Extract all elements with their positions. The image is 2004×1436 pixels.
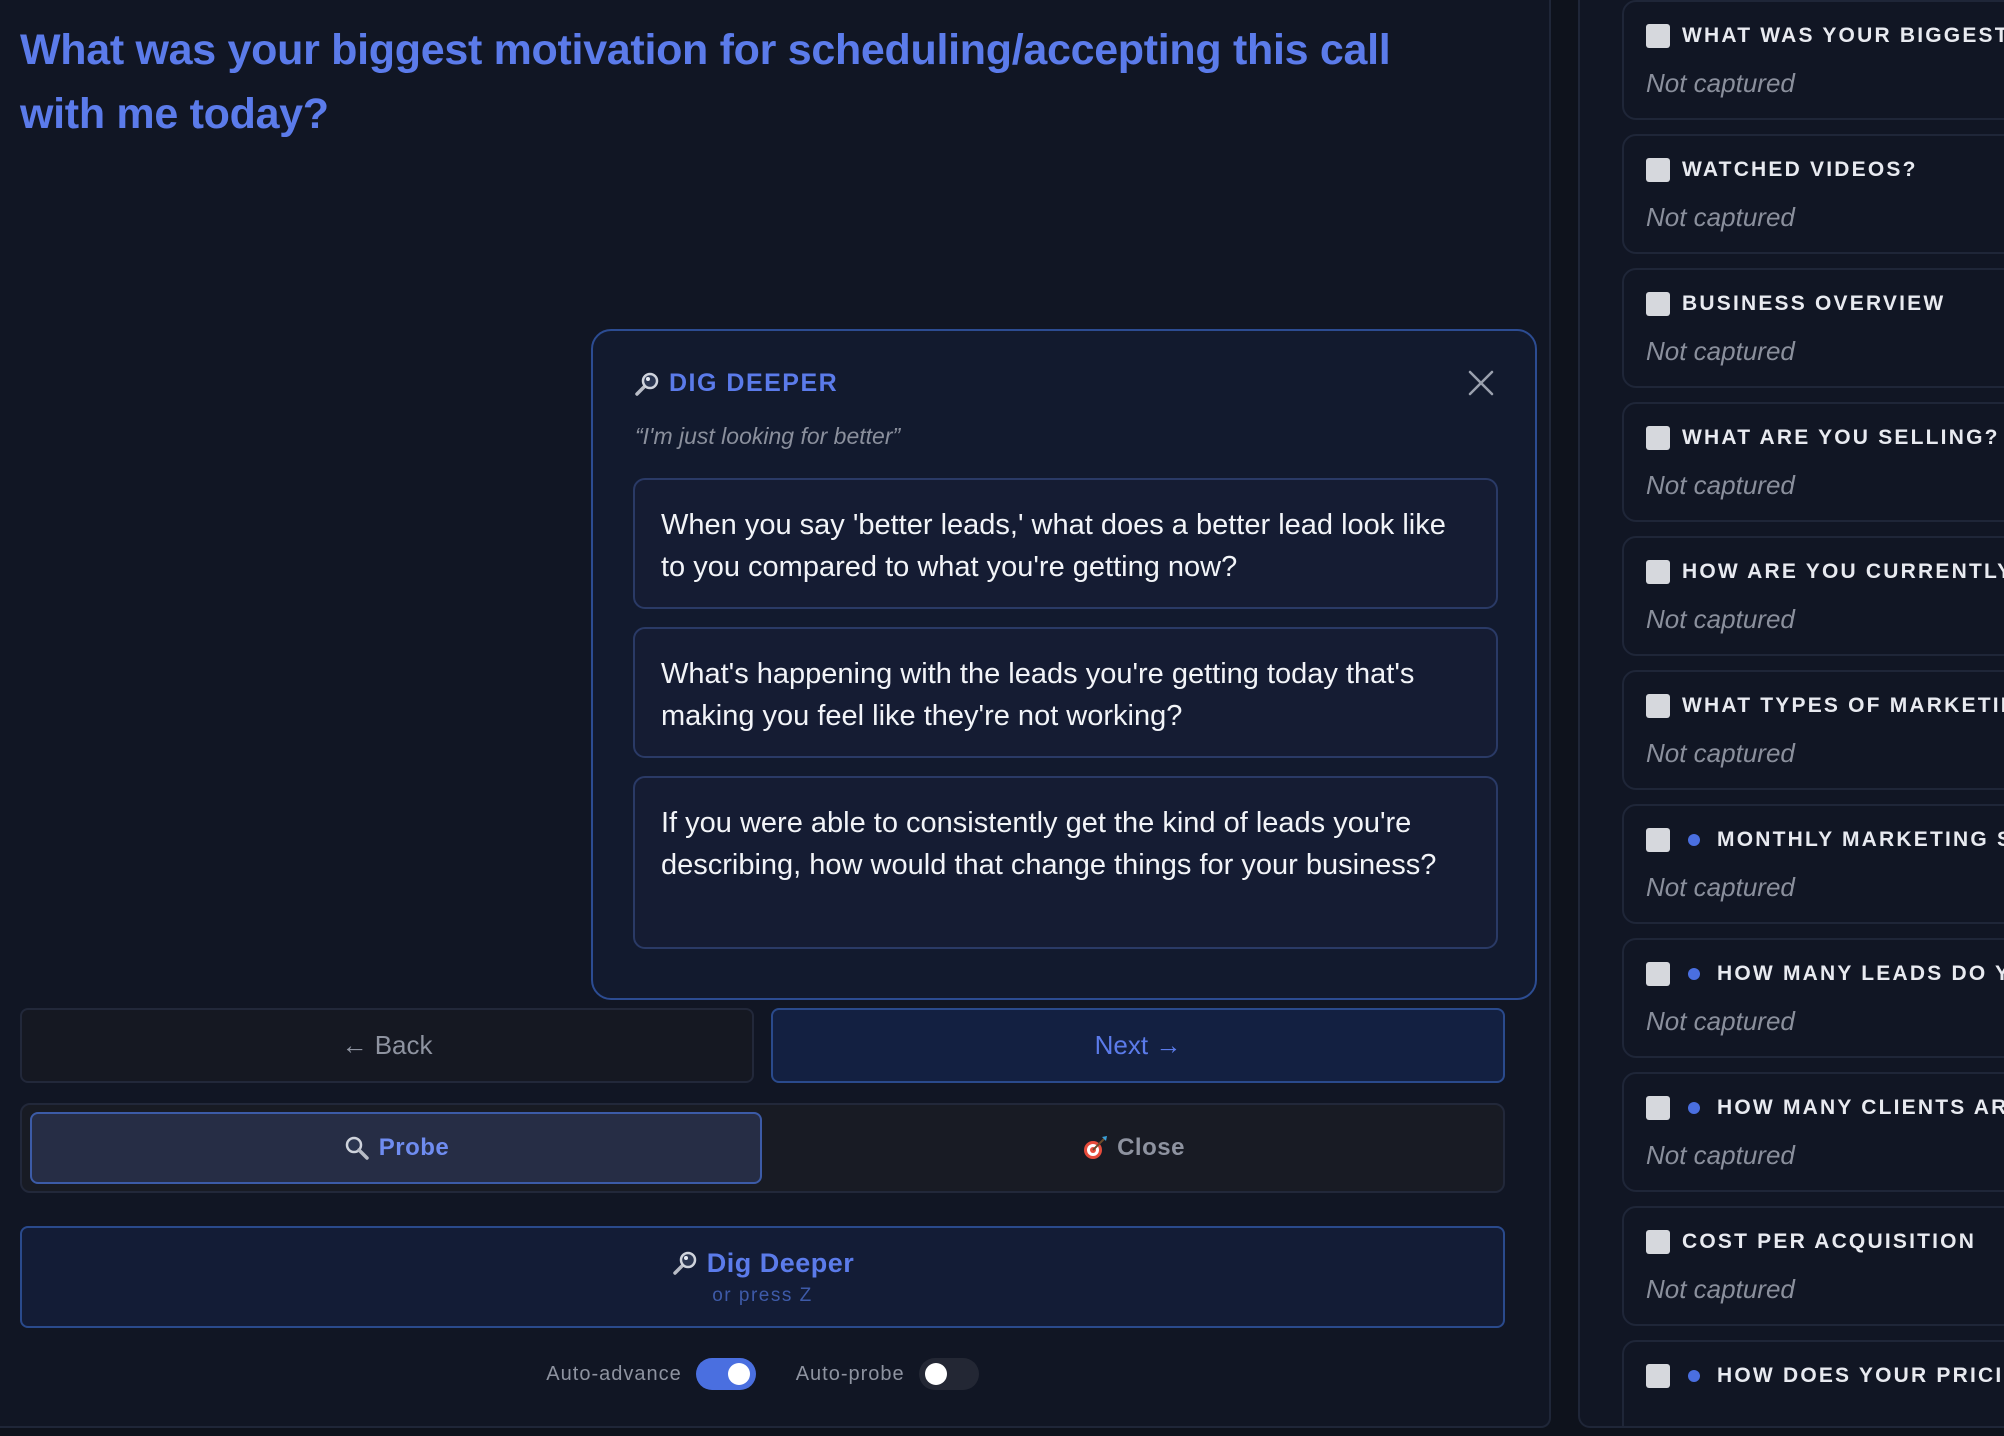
field-card[interactable]: WHAT WAS YOUR BIGGEST Not captured (1622, 0, 2004, 120)
main-panel: What was your biggest motivation for sch… (0, 0, 1551, 1428)
auto-advance-toggle[interactable]: Auto-advance (546, 1358, 756, 1390)
magnifier-icon (345, 1136, 369, 1160)
field-card[interactable]: BUSINESS OVERVIEW Not captured (1622, 268, 2004, 388)
field-checkbox[interactable] (1646, 694, 1670, 718)
field-checkbox[interactable] (1646, 1364, 1670, 1388)
field-checkbox[interactable] (1646, 426, 1670, 450)
field-label: BUSINESS OVERVIEW (1682, 292, 1946, 315)
required-dot-icon (1688, 834, 1700, 846)
auto-probe-switch[interactable] (918, 1358, 979, 1390)
field-label: HOW MANY CLIENTS ARE (1717, 1096, 2004, 1119)
dig-deeper-button[interactable]: Dig Deeper or press Z (20, 1226, 1505, 1328)
field-label: HOW DOES YOUR PRICIN (1717, 1364, 2004, 1387)
switch-knob (924, 1363, 947, 1385)
auto-advance-switch[interactable] (695, 1358, 756, 1390)
magnifier-icon (672, 1251, 696, 1275)
field-card[interactable]: HOW DOES YOUR PRICIN (1622, 1340, 2004, 1426)
auto-probe-label: Auto-probe (795, 1362, 905, 1385)
switch-knob (727, 1363, 750, 1385)
magnifier-icon (635, 372, 659, 396)
field-value: Not captured (1646, 604, 1795, 634)
dig-deeper-label: Dig Deeper (706, 1247, 855, 1278)
field-checkbox[interactable] (1646, 24, 1670, 48)
field-checkbox[interactable] (1646, 828, 1670, 852)
suggestion-card[interactable]: If you were able to consistently get the… (633, 776, 1498, 949)
trigger-quote: “I'm just looking for better” (635, 423, 901, 449)
suggestion-card[interactable]: What's happening with the leads you're g… (633, 627, 1498, 758)
field-checkbox[interactable] (1646, 560, 1670, 584)
field-checkbox[interactable] (1646, 1230, 1670, 1254)
mode-selector: Probe Close (20, 1103, 1505, 1193)
captured-fields-sidebar: WHAT WAS YOUR BIGGEST Not captured WATCH… (1578, 0, 2004, 1428)
field-value: Not captured (1646, 68, 1795, 98)
next-button[interactable]: Next → (771, 1008, 1505, 1083)
field-value: Not captured (1646, 1140, 1795, 1170)
toggle-row: Auto-advance Auto-probe (0, 1354, 1525, 1394)
auto-advance-label: Auto-advance (546, 1362, 682, 1385)
field-value: Not captured (1646, 470, 1795, 500)
required-dot-icon (1688, 1102, 1700, 1114)
probe-label: Probe (378, 1134, 450, 1161)
suggestion-card[interactable]: When you say 'better leads,' what does a… (633, 478, 1498, 609)
field-label: WATCHED VIDEOS? (1682, 158, 1918, 181)
probe-mode-button[interactable]: Probe (30, 1112, 762, 1184)
required-dot-icon (1688, 968, 1700, 980)
popup-header: DIG DEEPER (633, 369, 838, 398)
field-card[interactable]: HOW ARE YOU CURRENTLY Not captured (1622, 536, 2004, 656)
field-checkbox[interactable] (1646, 1096, 1670, 1120)
field-label: WHAT TYPES OF MARKETIN (1682, 694, 2004, 717)
dig-deeper-popup: DIG DEEPER “I'm just looking for better”… (591, 329, 1537, 1000)
field-card[interactable]: WHAT TYPES OF MARKETIN Not captured (1622, 670, 2004, 790)
field-label: WHAT WAS YOUR BIGGEST (1682, 24, 2004, 47)
field-card[interactable]: MONTHLY MARKETING S Not captured (1622, 804, 2004, 924)
field-label: COST PER ACQUISITION (1682, 1230, 1977, 1253)
close-mode-button[interactable]: Close (770, 1112, 1496, 1184)
field-card[interactable]: HOW MANY CLIENTS ARE Not captured (1622, 1072, 2004, 1192)
close-icon[interactable] (1463, 365, 1499, 401)
field-checkbox[interactable] (1646, 962, 1670, 986)
field-label: MONTHLY MARKETING S (1717, 828, 2004, 851)
field-value: Not captured (1646, 1274, 1795, 1304)
close-label: Close (1117, 1134, 1185, 1161)
field-value: Not captured (1646, 738, 1795, 768)
field-label: HOW MANY LEADS DO YO (1717, 962, 2004, 985)
field-label: WHAT ARE YOU SELLING? (1682, 426, 2000, 449)
popup-title: DIG DEEPER (669, 369, 839, 397)
required-dot-icon (1688, 1370, 1700, 1382)
field-value: Not captured (1646, 872, 1795, 902)
keyboard-hint: or press Z (712, 1284, 813, 1306)
field-value: Not captured (1646, 1006, 1795, 1036)
field-label: HOW ARE YOU CURRENTLY (1682, 560, 2004, 583)
dig-deeper-row: Dig Deeper (671, 1248, 855, 1279)
field-card[interactable]: WATCHED VIDEOS? Not captured (1622, 134, 2004, 254)
back-button[interactable]: ← Back (20, 1008, 754, 1083)
field-checkbox[interactable] (1646, 292, 1670, 316)
field-card[interactable]: HOW MANY LEADS DO YO Not captured (1622, 938, 2004, 1058)
field-value: Not captured (1646, 336, 1795, 366)
auto-probe-toggle[interactable]: Auto-probe (796, 1358, 979, 1390)
field-checkbox[interactable] (1646, 158, 1670, 182)
question-title: What was your biggest motivation for sch… (20, 26, 1391, 138)
field-card[interactable]: WHAT ARE YOU SELLING? Not captured (1622, 402, 2004, 522)
field-card[interactable]: COST PER ACQUISITION Not captured (1622, 1206, 2004, 1326)
field-value: Not captured (1646, 202, 1795, 232)
target-icon (1084, 1136, 1108, 1159)
